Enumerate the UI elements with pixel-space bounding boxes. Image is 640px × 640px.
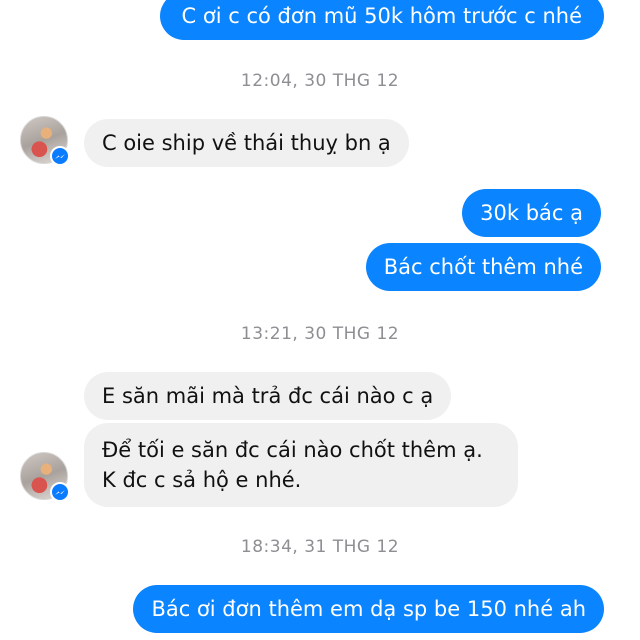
- contact-avatar[interactable]: [20, 116, 70, 166]
- timestamp: 18:34, 31 THG 12: [240, 537, 400, 557]
- timestamp: 13:21, 30 THG 12: [240, 324, 400, 344]
- message-text: Để tối e săn đc cái nào chốt thêm ạ. K đ…: [102, 438, 483, 492]
- outgoing-message[interactable]: Bác ơi đơn thêm em dạ sp be 150 nhé ah: [133, 585, 604, 633]
- outgoing-message[interactable]: C ơi c có đơn mũ 50k hôm trước c nhé: [159, 0, 604, 40]
- timestamp: 12:04, 30 THG 12: [240, 71, 400, 91]
- message-text: C oie ship về thái thuỵ bn ạ: [102, 131, 391, 155]
- message-text: E săn mãi mà trả đc cái nào c ạ: [102, 384, 434, 408]
- messenger-icon: [50, 482, 70, 502]
- message-text: Bác chốt thêm nhé: [383, 255, 583, 279]
- outgoing-message[interactable]: 30k bác ạ: [462, 189, 601, 237]
- message-text: 30k bác ạ: [480, 201, 583, 225]
- contact-avatar[interactable]: [20, 452, 70, 502]
- incoming-message[interactable]: Để tối e săn đc cái nào chốt thêm ạ. K đ…: [84, 423, 518, 507]
- incoming-message[interactable]: C oie ship về thái thuỵ bn ạ: [84, 119, 409, 167]
- messenger-icon: [50, 146, 70, 166]
- incoming-message[interactable]: E săn mãi mà trả đc cái nào c ạ: [84, 372, 452, 420]
- outgoing-message[interactable]: Bác chốt thêm nhé: [365, 243, 601, 291]
- message-text: Bác ơi đơn thêm em dạ sp be 150 nhé ah: [151, 597, 586, 621]
- message-text: C ơi c có đơn mũ 50k hôm trước c nhé: [181, 4, 582, 28]
